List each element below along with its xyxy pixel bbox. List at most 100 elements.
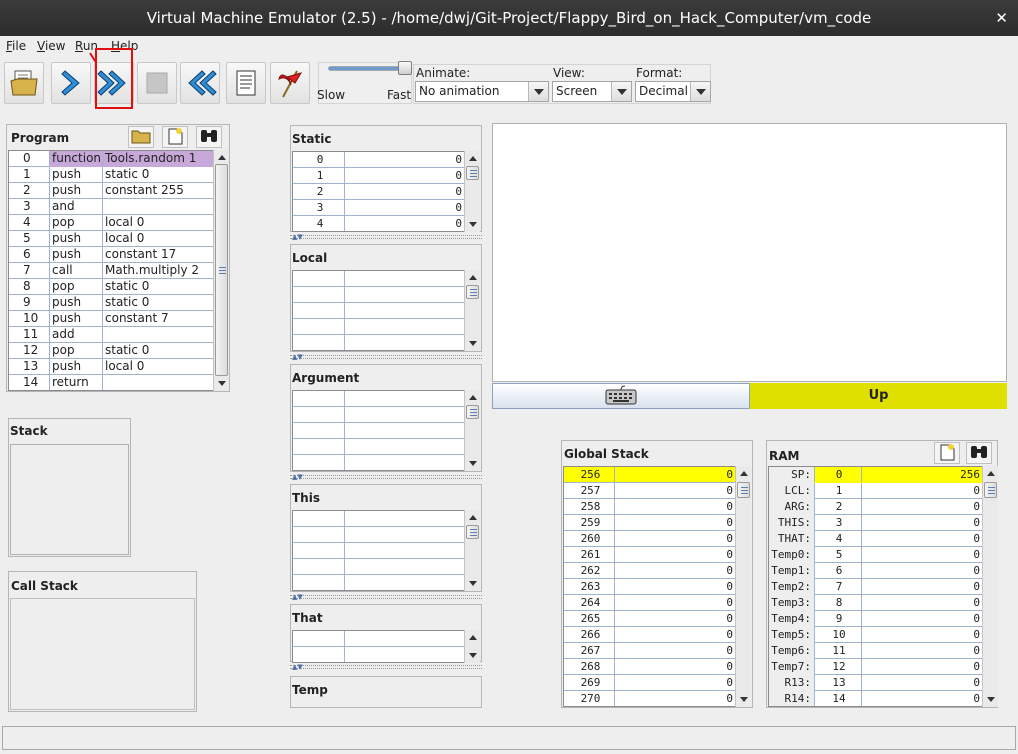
program-row[interactable]: 12 pop static 0 <box>9 343 213 359</box>
menu-view[interactable]: View <box>37 39 65 53</box>
ram-find-button[interactable] <box>966 442 992 464</box>
scroll-down-icon[interactable] <box>465 648 480 662</box>
that-segment-row[interactable] <box>293 647 464 662</box>
global-stack-row[interactable]: 260 0 <box>564 531 735 547</box>
scroll-down-icon[interactable] <box>465 336 480 350</box>
scroll-down-icon[interactable] <box>983 692 998 706</box>
that-segment-scrollbar[interactable] <box>464 630 480 663</box>
global-stack-scroll-thumb[interactable] <box>737 482 750 498</box>
ram-row[interactable]: THIS: 3 0 <box>769 515 982 531</box>
single-step-button[interactable] <box>51 62 91 104</box>
that-segment-table[interactable] <box>292 630 465 663</box>
scroll-up-icon[interactable] <box>736 466 751 480</box>
program-row[interactable]: 0 function Tools.random 1 <box>9 151 213 167</box>
ram-row[interactable]: Temp0: 5 0 <box>769 547 982 563</box>
static-segment-row[interactable]: 00 <box>293 152 464 168</box>
scroll-down-icon[interactable] <box>736 692 751 706</box>
scroll-up-icon[interactable] <box>465 270 480 284</box>
argument-segment-row[interactable] <box>293 407 464 423</box>
ram-row[interactable]: THAT: 4 0 <box>769 531 982 547</box>
static-segment-table[interactable]: 0010203040 <box>292 151 465 232</box>
this-segment-table[interactable] <box>292 510 465 591</box>
global-stack-row[interactable]: 265 0 <box>564 611 735 627</box>
ram-row[interactable]: Temp7: 12 0 <box>769 659 982 675</box>
ram-row[interactable]: R13: 13 0 <box>769 675 982 691</box>
program-new-button[interactable] <box>162 126 188 148</box>
global-stack-row[interactable]: 268 0 <box>564 659 735 675</box>
ram-row[interactable]: Temp2: 7 0 <box>769 579 982 595</box>
argument-segment-row[interactable] <box>293 455 464 470</box>
global-stack-row[interactable]: 262 0 <box>564 563 735 579</box>
script-button[interactable] <box>226 62 266 104</box>
program-row[interactable]: 10 push constant 7 <box>9 311 213 327</box>
scroll-down-icon[interactable] <box>465 217 480 231</box>
program-row[interactable]: 11 add <box>9 327 213 343</box>
program-row[interactable]: 1 push static 0 <box>9 167 213 183</box>
ram-scrollbar[interactable] <box>982 466 998 707</box>
close-window-button[interactable]: ✕ <box>995 0 1008 36</box>
ram-row[interactable]: LCL: 1 0 <box>769 483 982 499</box>
ram-table[interactable]: SP: 0 256 LCL: 1 0 ARG: 2 0 THIS: 3 0 THAT: 4 0 Temp0: 5… <box>768 466 983 707</box>
program-load-button[interactable] <box>128 126 154 148</box>
argument-segment-table[interactable] <box>292 390 465 471</box>
ram-new-button[interactable] <box>934 442 960 464</box>
this-segment-row[interactable] <box>293 559 464 575</box>
ram-row[interactable]: ARG: 2 0 <box>769 499 982 515</box>
scroll-up-icon[interactable] <box>983 466 998 480</box>
global-stack-row[interactable]: 263 0 <box>564 579 735 595</box>
panel-splitter[interactable] <box>290 235 482 239</box>
ram-row[interactable]: SP: 0 256 <box>769 467 982 483</box>
that-segment-row[interactable] <box>293 631 464 647</box>
local-segment-scroll-thumb[interactable] <box>466 285 479 299</box>
ram-row[interactable]: Temp1: 6 0 <box>769 563 982 579</box>
local-segment-row[interactable] <box>293 287 464 303</box>
program-row[interactable]: 14 return <box>9 375 213 390</box>
static-segment-row[interactable]: 30 <box>293 200 464 216</box>
splitter-arrows-icon[interactable]: ▲▼ <box>292 664 303 671</box>
argument-segment-scrollbar[interactable] <box>464 390 480 471</box>
static-segment-row[interactable]: 10 <box>293 168 464 184</box>
global-stack-row[interactable]: 258 0 <box>564 499 735 515</box>
speed-slider-thumb[interactable] <box>398 61 412 75</box>
splitter-arrows-icon[interactable]: ▲▼ <box>292 354 303 361</box>
global-stack-row[interactable]: 267 0 <box>564 643 735 659</box>
ram-row[interactable]: Temp3: 8 0 <box>769 595 982 611</box>
view-select[interactable]: Screen <box>552 81 632 102</box>
format-select[interactable]: Decimal <box>635 81 711 102</box>
scroll-up-icon[interactable] <box>465 151 480 165</box>
program-row[interactable]: 5 push local 0 <box>9 231 213 247</box>
reset-button[interactable] <box>180 62 220 104</box>
global-stack-row[interactable]: 264 0 <box>564 595 735 611</box>
this-segment-row[interactable] <box>293 575 464 590</box>
argument-segment-scroll-thumb[interactable] <box>466 405 479 419</box>
program-row[interactable]: 2 push constant 255 <box>9 183 213 199</box>
global-stack-row[interactable]: 256 0 <box>564 467 735 483</box>
scroll-down-icon[interactable] <box>465 576 480 590</box>
scroll-up-icon[interactable] <box>465 390 480 404</box>
program-table[interactable]: 0 function Tools.random 1 1 push static 0 2 pus… <box>8 150 214 391</box>
global-stack-scrollbar[interactable] <box>735 466 751 707</box>
local-segment-scrollbar[interactable] <box>464 270 480 351</box>
animate-select[interactable]: No animation <box>415 81 549 102</box>
local-segment-row[interactable] <box>293 319 464 335</box>
panel-splitter[interactable] <box>290 475 482 479</box>
global-stack-row[interactable]: 259 0 <box>564 515 735 531</box>
program-row[interactable]: 13 push local 0 <box>9 359 213 375</box>
ram-row[interactable]: R14: 14 0 <box>769 691 982 706</box>
program-row[interactable]: 8 pop static 0 <box>9 279 213 295</box>
program-row[interactable]: 4 pop local 0 <box>9 215 213 231</box>
splitter-arrows-icon[interactable]: ▲▼ <box>292 234 303 241</box>
splitter-arrows-icon[interactable]: ▲▼ <box>292 594 303 601</box>
static-segment-scrollbar[interactable] <box>464 151 480 232</box>
scroll-up-icon[interactable] <box>214 150 229 164</box>
local-segment-table[interactable] <box>292 270 465 351</box>
keyboard-toggle-button[interactable] <box>492 383 750 409</box>
this-segment-scrollbar[interactable] <box>464 510 480 591</box>
global-stack-row[interactable]: 257 0 <box>564 483 735 499</box>
program-row[interactable]: 7 call Math.multiply 2 <box>9 263 213 279</box>
program-scrollbar[interactable] <box>213 150 229 391</box>
scroll-down-icon[interactable] <box>465 456 480 470</box>
speed-slider-track[interactable] <box>328 66 408 71</box>
static-segment-row[interactable]: 40 <box>293 216 464 231</box>
local-segment-row[interactable] <box>293 303 464 319</box>
